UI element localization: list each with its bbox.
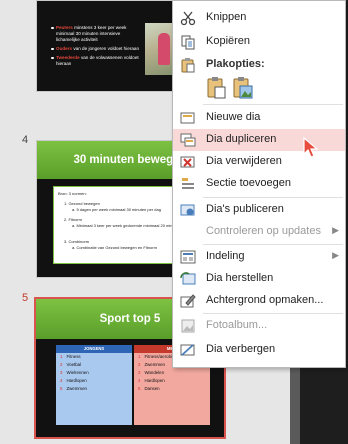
slide-4-line: Bron: 3 normen: [58, 191, 87, 196]
slide-5-table-boys: JONGENS 1 Fitness 2 Voetbal 3 Wielrennen 4H… [56, 345, 132, 425]
menu-item-label: Dia's publiceren [206, 203, 284, 215]
menu-separator [203, 104, 343, 105]
slide-3-bullets: Peuters minstens 3 keer per week minimaa… [51, 25, 141, 70]
mouse-cursor-icon [303, 137, 319, 158]
menu-item-check-updates[interactable]: Controleren op updates ▶ [173, 221, 345, 243]
slide-4-line: a. Combinatie van Gezond bewegen en Fitn… [72, 245, 157, 250]
table-row: 4 Hardlopen [60, 378, 87, 383]
menu-item-copy[interactable]: Kopiëren [173, 31, 345, 53]
menu-item-new-slide[interactable]: Nieuwe dia [173, 107, 345, 129]
slide-number-4: 4 [22, 134, 29, 146]
paste-picture-icon[interactable] [232, 76, 254, 100]
table-header: JONGENS [56, 345, 132, 353]
layout-icon [180, 250, 196, 264]
menu-item-label: Dia verwijderen [206, 155, 282, 167]
table-row: 4 Hardlopen [138, 378, 165, 383]
menu-item-label: Indeling [206, 250, 245, 262]
duplicate-slide-icon [180, 133, 196, 147]
menu-item-label: Achtergrond opmaken... [206, 294, 324, 306]
table-row: 5 Zwemmen [60, 386, 87, 391]
paste-options-header: Plakopties: [206, 58, 265, 70]
table-row: 3 Wielrennen [60, 370, 89, 375]
submenu-arrow-icon: ▶ [332, 225, 339, 235]
menu-item-publish-slides[interactable]: Dia's publiceren [173, 199, 345, 221]
menu-separator [203, 244, 343, 245]
menu-item-label: Sectie toevoegen [206, 177, 292, 189]
table-row: 2 Voetbal [60, 362, 82, 367]
hide-slide-icon [180, 344, 195, 356]
menu-item-label: Dia herstellen [206, 272, 274, 284]
menu-item-label: Knippen [206, 11, 247, 23]
menu-item-label: Dia dupliceren [206, 133, 277, 145]
menu-item-label: Fotoalbum... [206, 319, 268, 331]
menu-item-label: Kopiëren [206, 35, 251, 47]
menu-separator [203, 313, 343, 314]
submenu-arrow-icon: ▶ [332, 250, 339, 260]
slide-number-5: 5 [22, 292, 29, 304]
publish-icon [180, 204, 195, 216]
paste-icon [181, 58, 195, 73]
menu-separator [203, 197, 343, 198]
new-slide-icon [180, 112, 195, 124]
photo-album-icon [181, 319, 195, 333]
paste-keep-source-icon[interactable] [206, 76, 228, 100]
slide-4-line: 3. Combinorm [64, 239, 90, 244]
menu-item-hide-slide[interactable]: Dia verbergen [173, 339, 345, 361]
table-body: 1 Fitness 2 Voetbal 3 Wielrennen 4 Hardlopen… [56, 353, 132, 425]
reset-slide-icon [180, 272, 196, 285]
slide-4-line: 2. Fitnorm [64, 217, 83, 222]
scissors-icon [180, 11, 196, 26]
table-row: 5 Dansen [138, 386, 160, 391]
menu-item-reset-slide[interactable]: Dia herstellen [173, 268, 345, 290]
copy-icon [181, 35, 195, 50]
slide-3-bullet-3: Tweederde van de volwassenen voldoet hie… [51, 55, 141, 67]
table-row: 3 Wandelen [138, 370, 165, 375]
menu-item-label: Controleren op updates [206, 225, 321, 237]
menu-item-layout[interactable]: Indeling ▶ [173, 246, 345, 268]
menu-item-photo-album[interactable]: Fotoalbum... [173, 315, 345, 337]
menu-item-cut[interactable]: Knippen [173, 7, 345, 29]
slide-4-line: a. 5 dagen per week minimaal 30 minuten … [72, 207, 161, 212]
format-background-icon [180, 294, 196, 308]
table-row: 1 Fitness [60, 354, 81, 359]
slide-3-bullet-2: Ouders van de jongeren voldoet hieraan [51, 46, 141, 52]
menu-item-format-background[interactable]: Achtergrond opmaken... [173, 290, 345, 312]
menu-item-label: Nieuwe dia [206, 111, 261, 123]
slide-3-bullet-1: Peuters minstens 3 keer per week minimaa… [51, 25, 141, 43]
context-menu: Knippen Kopiëren Plakopties: Nieuwe dia … [172, 0, 346, 368]
section-icon [182, 178, 194, 189]
menu-item-add-section[interactable]: Sectie toevoegen [173, 173, 345, 195]
slide-4-line: 1. Gezond bewegen [64, 201, 100, 206]
menu-item-label: Dia verbergen [206, 343, 276, 355]
delete-slide-icon [180, 156, 195, 168]
